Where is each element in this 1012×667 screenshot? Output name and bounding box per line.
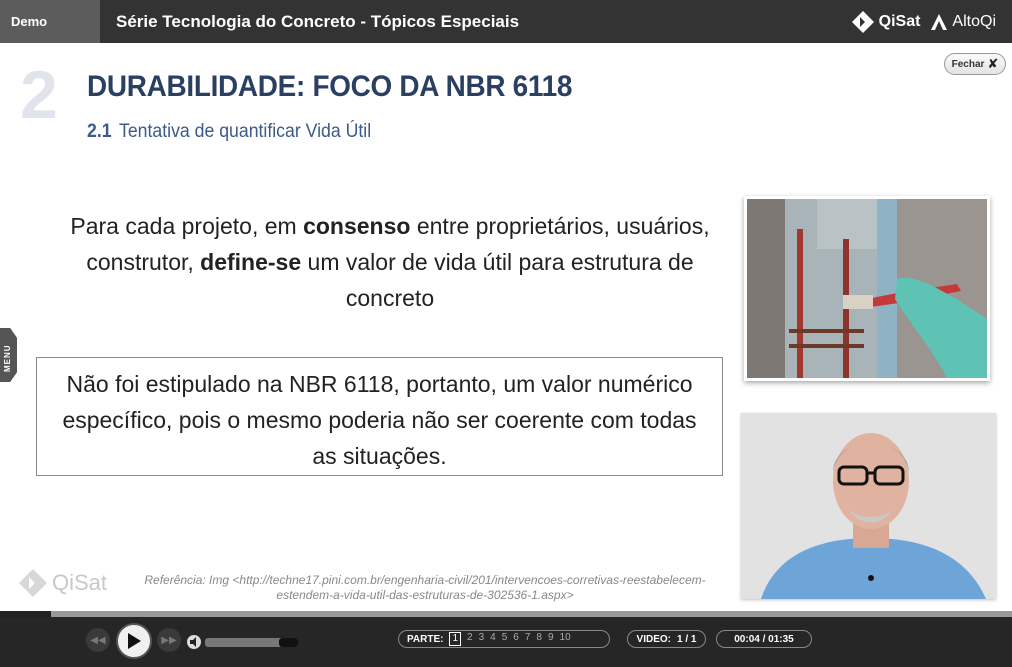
- paragraph-bold-2: define-se: [200, 249, 302, 275]
- time-display: 00:04 / 01:35: [716, 630, 812, 648]
- menu-label: MENU: [3, 344, 12, 372]
- part-5-button[interactable]: 5: [502, 632, 508, 646]
- forward-icon: ▶▶: [161, 634, 177, 646]
- top-bar: Demo Série Tecnologia do Concreto - Tópi…: [0, 0, 1012, 43]
- boxed-note: Não foi estipulado na NBR 6118, portanto…: [36, 357, 723, 476]
- video-indicator: VIDEO: 1 / 1: [627, 630, 706, 648]
- concrete-repair-photo: [744, 196, 990, 381]
- qisat-logo: QiSat: [851, 10, 921, 34]
- consensus-paragraph: Para cada projeto, em consenso entre pro…: [60, 208, 720, 316]
- part-1-button[interactable]: 1: [449, 632, 462, 646]
- part-7-button[interactable]: 7: [525, 632, 531, 646]
- reference-line-2: estendem-a-vida-util-das-estruturas-de-3…: [276, 588, 574, 602]
- play-button[interactable]: [116, 623, 152, 659]
- paragraph-bold-1: consenso: [303, 213, 411, 239]
- brand-logos: QiSat AltoQi: [851, 0, 996, 43]
- paragraph-text-1: Para cada projeto, em: [70, 213, 304, 239]
- subtitle-text: Tentativa de quantificar Vida Útil: [119, 121, 372, 142]
- presenter-webcam: [741, 413, 996, 599]
- part-6-button[interactable]: 6: [513, 632, 519, 646]
- paragraph-text-3: um valor de vida útil para estrutura de …: [301, 249, 694, 311]
- qisat-watermark-icon: [19, 569, 47, 597]
- presenter-video-frame: [741, 413, 996, 599]
- image-reference: Referência: Img <http://techne17.pini.co…: [125, 573, 725, 603]
- video-value: 1 / 1: [676, 633, 697, 645]
- play-icon: [128, 633, 141, 649]
- close-label: Fechar: [951, 58, 985, 70]
- altoqi-mark-icon: [931, 13, 948, 30]
- rewind-icon: ◀◀: [90, 634, 106, 646]
- parts-list: 1 2 3 4 5 6 7 8 9 10: [449, 632, 571, 646]
- part-2-button[interactable]: 2: [467, 632, 473, 646]
- demo-label: Demo: [11, 14, 48, 29]
- close-icon: ✘: [987, 56, 999, 71]
- subtitle-number: 2.1: [87, 121, 112, 142]
- volume-slider[interactable]: [205, 638, 298, 647]
- demo-tab: Demo: [0, 0, 100, 43]
- part-8-button[interactable]: 8: [536, 632, 542, 646]
- player-controls: ◀◀ ▶▶ PARTE: 1 2 3 4 5 6 7 8 9 10 VIDEO: 1 / 1 00…: [0, 617, 1012, 667]
- part-10-button[interactable]: 10: [560, 632, 571, 646]
- reference-line-1: Referência: Img <http://techne17.pini.co…: [144, 573, 706, 587]
- chapter-number: 2: [20, 57, 58, 133]
- slide-subtitle: 2.1 Tentativa de quantificar Vida Útil: [87, 121, 371, 143]
- altoqi-label: AltoQi: [952, 12, 996, 30]
- menu-tab[interactable]: MENU: [0, 328, 17, 382]
- forward-button[interactable]: ▶▶: [157, 628, 181, 652]
- part-9-button[interactable]: 9: [548, 632, 554, 646]
- qisat-watermark: QiSat: [18, 568, 107, 598]
- time-value: 00:04 / 01:35: [734, 633, 794, 645]
- qisat-label: QiSat: [878, 12, 921, 30]
- qisat-diamond-icon: [851, 10, 874, 33]
- altoqi-logo: AltoQi: [930, 13, 996, 31]
- volume-icon[interactable]: [186, 634, 202, 650]
- rewind-button[interactable]: ◀◀: [86, 628, 110, 652]
- volume-slider-fill: [279, 638, 298, 647]
- close-button[interactable]: Fechar ✘: [944, 53, 1006, 75]
- part-4-button[interactable]: 4: [490, 632, 496, 646]
- video-label: VIDEO:: [636, 633, 671, 645]
- watermark-label: QiSat: [52, 570, 108, 595]
- slide-title: DURABILIDADE: FOCO DA NBR 6118: [87, 70, 573, 103]
- part-3-button[interactable]: 3: [479, 632, 485, 646]
- course-title: Série Tecnologia do Concreto - Tópicos E…: [116, 11, 520, 31]
- concrete-repair-illustration: [747, 199, 987, 378]
- parts-selector: PARTE: 1 2 3 4 5 6 7 8 9 10: [398, 630, 610, 648]
- slide-content: 2 DURABILIDADE: FOCO DA NBR 6118 2.1 Tent…: [0, 43, 1012, 611]
- parts-label: PARTE:: [407, 633, 444, 645]
